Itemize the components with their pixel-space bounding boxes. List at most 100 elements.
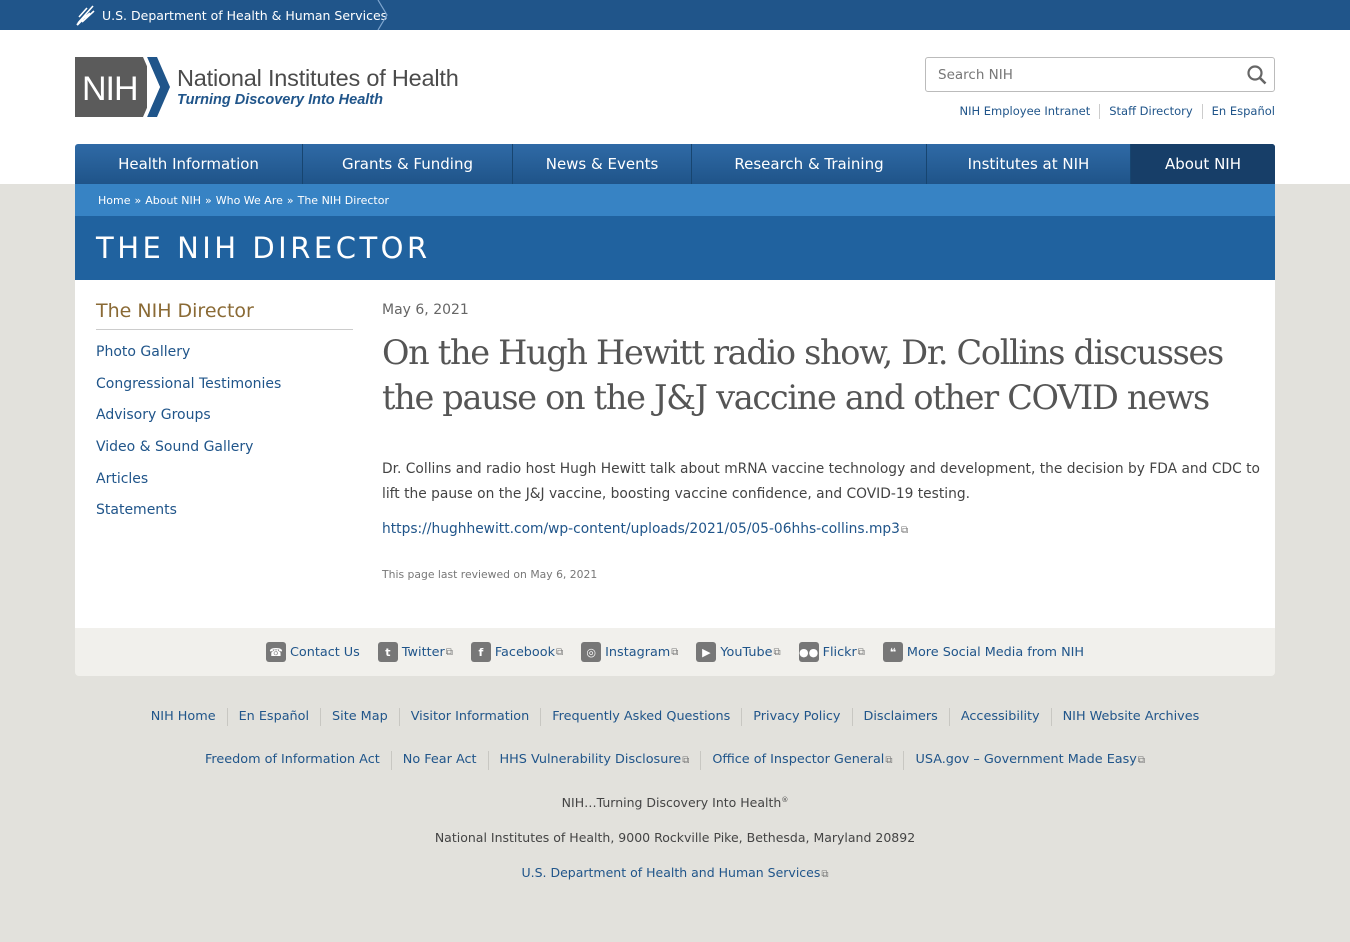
employee-intranet-link[interactable]: NIH Employee Intranet [950, 104, 1099, 119]
nav-news-events[interactable]: News & Events [513, 144, 692, 184]
nav-institutes[interactable]: Institutes at NIH [927, 144, 1131, 184]
footer-hhs: U.S. Department of Health and Human Serv… [0, 865, 1350, 880]
external-link-icon: ⧉ [682, 755, 690, 766]
footer-no-fear-act[interactable]: No Fear Act [390, 751, 488, 770]
last-reviewed: This page last reviewed on May 6, 2021 [382, 568, 598, 581]
footer-hhs-vulnerability[interactable]: HHS Vulnerability Disclosure⧉ [487, 751, 701, 770]
search-input[interactable] [926, 58, 1226, 91]
external-link-icon: ⧉ [1137, 755, 1145, 766]
logo-mark-text: NIH [82, 70, 138, 108]
hhs-link[interactable]: U.S. Department of Health & Human Servic… [75, 0, 387, 30]
instagram-icon: ◎ [581, 642, 602, 662]
phone-icon: ☎ [265, 642, 286, 662]
social-facebook[interactable]: f Facebook ⧉ [470, 642, 564, 662]
footer-foia[interactable]: Freedom of Information Act [194, 751, 391, 770]
sidebar-item-articles[interactable]: Articles [96, 471, 148, 487]
sidebar-item-video-sound[interactable]: Video & Sound Gallery [96, 439, 253, 455]
external-link-icon: ⧉ [821, 869, 829, 880]
social-youtube[interactable]: ▶ YouTube ⧉ [696, 642, 781, 662]
breadcrumb-current: The NIH Director [297, 193, 389, 207]
social-twitter[interactable]: t Twitter ⧉ [377, 642, 453, 662]
registered-mark: ® [781, 795, 789, 804]
nav-about-nih[interactable]: About NIH [1131, 144, 1275, 184]
external-link-icon: ⧉ [671, 646, 679, 658]
social-contact-us[interactable]: ☎ Contact Us [265, 642, 360, 662]
footer-inspector-general[interactable]: Office of Inspector General⧉ [700, 751, 903, 770]
footer-privacy-policy[interactable]: Privacy Policy [741, 708, 851, 726]
nav-grants-funding[interactable]: Grants & Funding [303, 144, 513, 184]
nav-research-training[interactable]: Research & Training [692, 144, 927, 184]
main-nav: Health Information Grants & Funding News… [75, 144, 1275, 184]
breadcrumb-separator: » [286, 193, 294, 207]
article-date: May 6, 2021 [382, 302, 469, 318]
staff-directory-link[interactable]: Staff Directory [1099, 104, 1201, 119]
social-instagram[interactable]: ◎ Instagram ⧉ [581, 642, 678, 662]
nav-health-information[interactable]: Health Information [75, 144, 303, 184]
footer-nih-home[interactable]: NIH Home [140, 708, 227, 726]
breadcrumb-separator: » [204, 193, 212, 207]
footer-website-archives[interactable]: NIH Website Archives [1050, 708, 1211, 726]
social-more[interactable]: ❝ More Social Media from NIH [882, 642, 1085, 662]
external-link-icon: ⧉ [885, 755, 893, 766]
footer-usa-gov[interactable]: USA.gov – Government Made Easy⧉ [903, 751, 1156, 770]
footer-link-label: USA.gov – Government Made Easy [915, 752, 1137, 767]
sidebar-item-photo-gallery[interactable]: Photo Gallery [96, 344, 190, 360]
footer-address: National Institutes of Health, 9000 Rock… [434, 830, 916, 845]
social-label: More Social Media from NIH [906, 644, 1085, 660]
footer-tagline: NIH…Turning Discovery Into Health® [0, 795, 1350, 810]
article: May 6, 2021 On the Hugh Hewitt radio sho… [382, 302, 1262, 581]
external-link-icon: ⧉ [900, 525, 909, 536]
social-label: Flickr [822, 644, 857, 660]
twitter-icon: t [377, 642, 398, 662]
sidebar-title: The NIH Director [96, 300, 353, 330]
social-bar: ☎ Contact Us t Twitter ⧉ f Facebook ⧉ ◎ In… [75, 628, 1275, 676]
external-link-icon: ⧉ [556, 646, 564, 658]
breadcrumb: Home » About NIH » Who We Are » The NIH … [75, 184, 1275, 216]
footer-link-label: HHS Vulnerability Disclosure [499, 752, 682, 767]
audio-link-text: https://hughhewitt.com/wp-content/upload… [382, 521, 900, 537]
nih-logo-mark: NIH [75, 57, 170, 117]
footer-en-espanol[interactable]: En Español [226, 708, 320, 726]
footer-link-label: Office of Inspector General [712, 752, 885, 767]
external-link-icon: ⧉ [773, 646, 781, 658]
social-label: Facebook [494, 644, 556, 660]
search-box [925, 57, 1275, 92]
social-label: Instagram [605, 644, 671, 660]
utility-links: NIH Employee Intranet Staff Directory En… [950, 104, 1275, 119]
nih-logo[interactable]: NIH National Institutes of Health Turnin… [75, 57, 459, 117]
facebook-icon: f [470, 642, 491, 662]
social-flickr[interactable]: ●● Flickr ⧉ [798, 642, 865, 662]
breadcrumb-separator: » [134, 193, 142, 207]
sidebar-item-testimonies[interactable]: Congressional Testimonies [96, 376, 281, 392]
social-label: YouTube [720, 644, 773, 660]
breadcrumb-home[interactable]: Home [98, 194, 130, 207]
social-label: Twitter [401, 644, 445, 660]
page-title: THE NIH DIRECTOR [96, 231, 431, 265]
hhs-bar: U.S. Department of Health & Human Servic… [0, 0, 1350, 30]
en-espanol-link[interactable]: En Español [1201, 104, 1275, 119]
audio-link[interactable]: https://hughhewitt.com/wp-content/upload… [382, 521, 908, 537]
sidebar-item-advisory-groups[interactable]: Advisory Groups [96, 407, 211, 423]
footer-accessibility[interactable]: Accessibility [948, 708, 1051, 726]
footer-disclaimers[interactable]: Disclaimers [851, 708, 949, 726]
footer-links-secondary: Freedom of Information Act No Fear Act H… [0, 751, 1350, 770]
footer-visitor-information[interactable]: Visitor Information [398, 708, 541, 726]
logo-title: National Institutes of Health [177, 65, 459, 91]
hhs-label: U.S. Department of Health & Human Servic… [102, 7, 388, 23]
footer-links-primary: NIH Home En Español Site Map Visitor Inf… [0, 708, 1350, 726]
footer-faq[interactable]: Frequently Asked Questions [540, 708, 741, 726]
page-banner: THE NIH DIRECTOR [75, 216, 1275, 280]
chevron-right-icon [377, 0, 388, 30]
footer-hhs-label: U.S. Department of Health and Human Serv… [521, 865, 821, 880]
footer-tagline-text: NIH…Turning Discovery Into Health [561, 795, 782, 810]
flickr-icon: ●● [798, 642, 819, 662]
site-header: NIH National Institutes of Health Turnin… [0, 30, 1350, 184]
sidebar-item-statements[interactable]: Statements [96, 502, 177, 518]
footer-hhs-link[interactable]: U.S. Department of Health and Human Serv… [521, 865, 828, 880]
breadcrumb-who-we-are[interactable]: Who We Are [216, 194, 283, 207]
external-link-icon: ⧉ [857, 646, 865, 658]
footer-site-map[interactable]: Site Map [320, 708, 399, 726]
breadcrumb-about[interactable]: About NIH [145, 194, 201, 207]
youtube-icon: ▶ [696, 642, 717, 662]
search-icon[interactable] [1246, 64, 1268, 86]
